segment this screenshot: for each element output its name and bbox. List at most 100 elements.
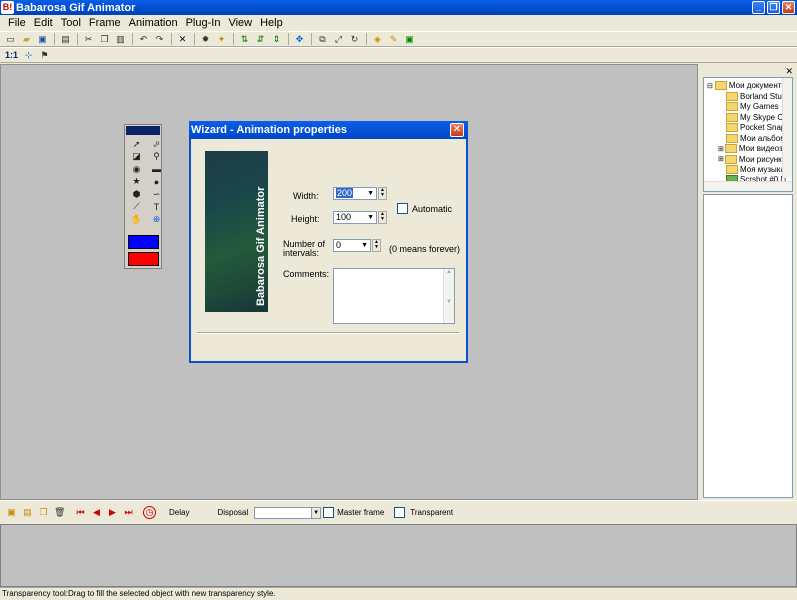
disposal-label: Disposal <box>217 508 249 517</box>
first-frame-icon[interactable]: ⏮ <box>75 507 86 518</box>
delete-icon[interactable]: ✕ <box>176 33 189 46</box>
hand-tool-icon[interactable]: ✋ <box>130 213 143 226</box>
pen-icon[interactable]: ✎ <box>387 33 400 46</box>
copy-icon[interactable]: ❐ <box>98 33 111 46</box>
height-dropdown-arrow-icon[interactable]: ▼ <box>367 212 374 223</box>
disposal-select[interactable]: ▼ <box>254 506 322 519</box>
menu-help[interactable]: Help <box>256 17 287 29</box>
insert-frame-icon[interactable]: ▤ <box>22 507 33 518</box>
height-spinner[interactable]: ▲ ▼ <box>378 211 387 224</box>
width-input[interactable]: 200 ▼ <box>333 187 377 200</box>
optimize-icon[interactable]: ✦ <box>215 33 228 46</box>
menu-animation[interactable]: Animation <box>125 17 182 29</box>
folder-icon <box>726 165 738 174</box>
previous-frame-icon[interactable]: ◀ <box>91 507 102 518</box>
intervals-input[interactable]: 0 ▼ <box>333 239 371 252</box>
master-frame-checkbox[interactable] <box>323 507 335 518</box>
tree-item[interactable]: My Games <box>726 102 779 111</box>
menu-frame[interactable]: Frame <box>85 17 125 29</box>
tree-item[interactable]: ⊞ Мои рисунки <box>718 154 786 164</box>
node-select-tool-icon[interactable]: ⬀ <box>150 138 163 151</box>
automatic-checkbox[interactable] <box>397 203 408 214</box>
redo-icon[interactable]: ↷ <box>153 33 166 46</box>
last-frame-icon[interactable]: ⏭ <box>123 507 134 518</box>
dialog-close-icon[interactable]: ✕ <box>450 123 464 137</box>
intervals-dropdown-arrow-icon[interactable]: ▼ <box>361 240 368 251</box>
move-icon[interactable]: ✥ <box>293 33 306 46</box>
effects-icon[interactable]: ✹ <box>199 33 212 46</box>
order-icon[interactable]: ⇕ <box>270 33 283 46</box>
width-dropdown-arrow-icon[interactable]: ▼ <box>367 188 374 199</box>
tree-horizontal-scrollbar[interactable] <box>704 181 792 191</box>
palette-title-bar[interactable] <box>126 126 160 135</box>
polygon-tool-icon[interactable]: ⬢ <box>130 188 143 201</box>
tree-item-root[interactable]: ⊟ Мои документы <box>707 81 787 90</box>
preview-icon[interactable]: ▣ <box>403 33 416 46</box>
minimize-button[interactable]: _ <box>752 1 765 14</box>
toolbar-separator <box>132 33 133 45</box>
file-list[interactable] <box>703 194 793 498</box>
frames-strip[interactable] <box>0 524 797 587</box>
align-icon[interactable]: ⇅ <box>238 33 251 46</box>
save-icon[interactable]: ▣ <box>36 33 49 46</box>
transparent-checkbox[interactable] <box>394 507 406 518</box>
maximize-button[interactable]: ❐ <box>767 1 780 14</box>
intervals-spinner[interactable]: ▲ ▼ <box>372 239 381 252</box>
add-frame-icon[interactable]: ▣ <box>6 507 17 518</box>
eraser-tool-icon[interactable]: ◉ <box>130 163 143 176</box>
rotate-icon[interactable]: ↻ <box>348 33 361 46</box>
menu-file[interactable]: File <box>4 17 30 29</box>
star-tool-icon[interactable]: ★ <box>130 176 143 189</box>
panel-close-icon[interactable]: ✕ <box>785 66 793 77</box>
toolbar-separator <box>194 33 195 45</box>
text-tool-icon[interactable]: T <box>150 201 163 214</box>
menu-plug-in[interactable]: Plug-In <box>182 17 225 29</box>
pointer-tool-icon[interactable]: ➚ <box>130 138 143 151</box>
intervals-label-line2: intervals: <box>283 248 320 258</box>
disposal-dropdown-arrow-icon[interactable]: ▼ <box>311 506 322 519</box>
foreground-color-swatch[interactable] <box>128 235 159 249</box>
menu-view[interactable]: View <box>224 17 256 29</box>
distribute-icon[interactable]: ⇵ <box>254 33 267 46</box>
tree-item[interactable]: Моя музыка <box>726 165 785 174</box>
delay-timer-icon[interactable]: ◷ <box>143 506 156 519</box>
zoom-actual-size-button[interactable]: 1:1 <box>4 49 19 62</box>
zoom-fit-icon[interactable]: ⊹ <box>22 49 35 62</box>
height-input[interactable]: 100 ▼ <box>333 211 377 224</box>
undo-icon[interactable]: ↶ <box>137 33 150 46</box>
resize-icon[interactable]: ⤢ <box>332 33 345 46</box>
print-icon[interactable]: ▤ <box>59 33 72 46</box>
open-folder-icon[interactable]: ▰ <box>20 33 33 46</box>
zoom-tool-icon[interactable]: ⊕ <box>150 213 163 226</box>
folder-tree[interactable]: ⊟ Мои документы Borland Studio My Games M… <box>703 77 793 192</box>
comments-textarea[interactable]: ▲ ▼ <box>333 268 455 324</box>
new-file-icon[interactable]: ▭ <box>4 33 17 46</box>
width-value: 200 <box>336 188 354 198</box>
tree-vertical-scrollbar[interactable] <box>782 78 792 178</box>
delete-frame-icon[interactable]: 🗑 <box>54 507 65 518</box>
rectangle-tool-icon[interactable]: ▬ <box>150 163 163 176</box>
flag-icon[interactable]: ⚑ <box>38 49 51 62</box>
crop-icon[interactable]: ⧉ <box>316 33 329 46</box>
tool-palette: ➚ ⬀ ◪ ⚲ ◉ ▬ ★ ● ⬢ ∽ ⟋ T ✋ ⊕ <box>124 124 162 269</box>
app-icon: B! <box>1 1 14 14</box>
duplicate-frame-icon[interactable]: ❐ <box>38 507 49 518</box>
comments-scrollbar[interactable]: ▲ ▼ <box>443 269 454 323</box>
width-spinner[interactable]: ▲ ▼ <box>378 187 387 200</box>
next-frame-icon[interactable]: ▶ <box>107 507 118 518</box>
dialog-title-bar[interactable]: Wizard - Animation properties <box>189 121 468 139</box>
color-fill-icon[interactable]: ◈ <box>371 33 384 46</box>
ellipse-tool-icon[interactable]: ● <box>150 176 163 189</box>
tree-item[interactable]: Pocket Snaps <box>726 123 789 132</box>
menu-edit[interactable]: Edit <box>30 17 57 29</box>
line-tool-icon[interactable]: ⟋ <box>130 201 143 214</box>
close-button[interactable]: ✕ <box>782 1 795 14</box>
fill-tool-icon[interactable]: ◪ <box>130 151 143 164</box>
menu-tool[interactable]: Tool <box>57 17 85 29</box>
status-bar: Transparency tool:Drag to fill the selec… <box>0 587 797 600</box>
cut-icon[interactable]: ✂ <box>82 33 95 46</box>
curve-tool-icon[interactable]: ∽ <box>150 188 163 201</box>
paste-icon[interactable]: ▥ <box>114 33 127 46</box>
transparency-tool-icon[interactable]: ⚲ <box>150 151 163 164</box>
background-color-swatch[interactable] <box>128 252 159 266</box>
